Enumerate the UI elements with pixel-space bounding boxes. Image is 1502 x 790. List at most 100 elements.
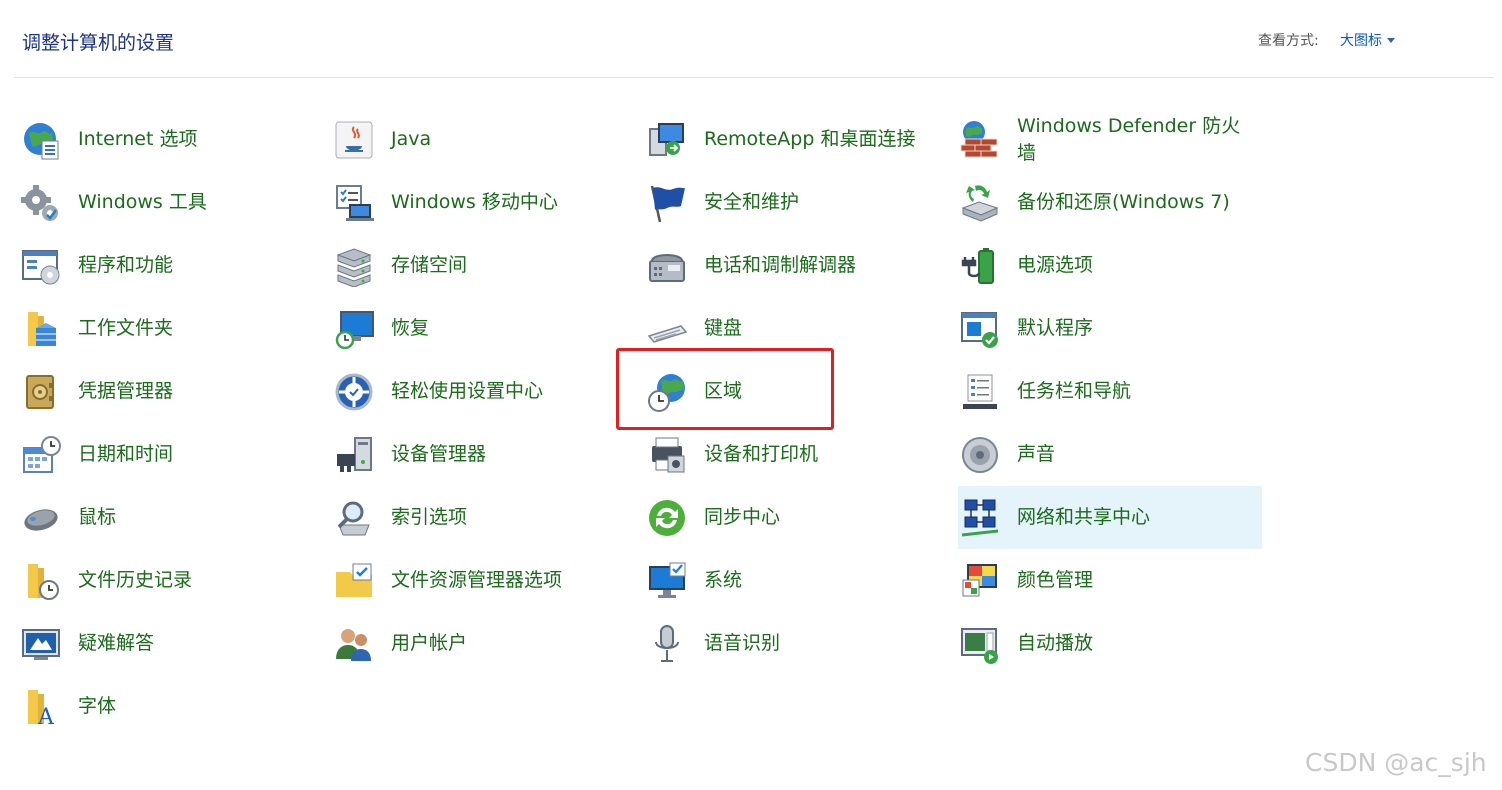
item-label: 安全和维护 xyxy=(704,191,800,213)
watermark: CSDN @ac_sjh xyxy=(1305,748,1487,777)
item-defender-firewall[interactable]: Windows Defender 防火墙 xyxy=(939,108,1262,171)
item-windows-tools[interactable]: Windows 工具 xyxy=(0,171,313,234)
troubleshoot-icon xyxy=(20,623,62,665)
item-label: 语音识别 xyxy=(704,632,781,654)
item-label: 电话和调制解调器 xyxy=(704,254,857,276)
item-label: 文件历史记录 xyxy=(78,569,193,591)
item-autoplay[interactable]: 自动播放 xyxy=(939,612,1262,675)
item-ease-of-access[interactable]: 轻松使用设置中心 xyxy=(313,360,626,423)
keyboard-icon xyxy=(646,308,688,350)
default-programs-icon xyxy=(959,308,1001,350)
item-label: 设备管理器 xyxy=(391,443,487,465)
item-color-management[interactable]: 颜色管理 xyxy=(939,549,1262,612)
item-label: 默认程序 xyxy=(1017,317,1094,339)
speaker-icon xyxy=(959,434,1001,476)
item-label: 索引选项 xyxy=(391,506,468,528)
system-monitor-icon xyxy=(646,560,688,602)
item-work-folders[interactable]: 工作文件夹 xyxy=(0,297,313,360)
item-backup-restore[interactable]: 备份和还原(Windows 7) xyxy=(939,171,1262,234)
item-label: 颜色管理 xyxy=(1017,569,1094,591)
sync-icon xyxy=(646,497,688,539)
item-default-programs[interactable]: 默认程序 xyxy=(939,297,1262,360)
taskbar-icon xyxy=(959,371,1001,413)
item-label: 文件资源管理器选项 xyxy=(391,569,563,591)
item-speech-recognition[interactable]: 语音识别 xyxy=(626,612,939,675)
autoplay-icon xyxy=(959,623,1001,665)
backup-icon xyxy=(959,182,1001,224)
item-troubleshooting[interactable]: 疑难解答 xyxy=(0,612,313,675)
indexing-icon xyxy=(333,497,375,539)
microphone-icon xyxy=(646,623,688,665)
item-label: 鼠标 xyxy=(78,506,117,528)
item-sync-center[interactable]: 同步中心 xyxy=(626,486,939,549)
storage-icon xyxy=(333,245,375,287)
item-user-accounts[interactable]: 用户帐户 xyxy=(313,612,626,675)
item-network-sharing[interactable]: 网络和共享中心 xyxy=(958,486,1262,549)
recovery-icon xyxy=(333,308,375,350)
remote-desktop-icon xyxy=(646,119,688,161)
item-remoteapp[interactable]: RemoteApp 和桌面连接 xyxy=(626,108,939,171)
power-battery-icon xyxy=(959,245,1001,287)
item-power-options[interactable]: 电源选项 xyxy=(939,234,1262,297)
item-mouse[interactable]: 鼠标 xyxy=(0,486,313,549)
flag-icon xyxy=(646,182,688,224)
item-device-manager[interactable]: 设备管理器 xyxy=(313,423,626,486)
item-phone-modem[interactable]: 电话和调制解调器 xyxy=(626,234,939,297)
work-folder-icon xyxy=(20,308,62,350)
item-internet-options[interactable]: Internet 选项 xyxy=(0,108,313,171)
phone-icon xyxy=(646,245,688,287)
item-label: 电源选项 xyxy=(1017,254,1094,276)
globe-icon xyxy=(20,119,62,161)
item-label: 轻松使用设置中心 xyxy=(391,380,544,402)
item-recovery[interactable]: 恢复 xyxy=(313,297,626,360)
firewall-icon xyxy=(959,119,1001,161)
calendar-clock-icon xyxy=(20,434,62,476)
item-label: 恢复 xyxy=(391,317,430,339)
mouse-icon xyxy=(20,497,62,539)
item-label: 任务栏和导航 xyxy=(1017,380,1132,402)
item-label: Internet 选项 xyxy=(78,128,198,150)
font-folder-icon: A xyxy=(20,686,62,728)
item-label: 网络和共享中心 xyxy=(1017,506,1151,528)
annotation-highlight-box xyxy=(616,348,834,430)
mobility-center-icon xyxy=(333,182,375,224)
gears-icon xyxy=(20,182,62,224)
item-sound[interactable]: 声音 xyxy=(939,423,1262,486)
ease-of-access-icon xyxy=(333,371,375,413)
item-indexing-options[interactable]: 索引选项 xyxy=(313,486,626,549)
java-icon xyxy=(333,119,375,161)
item-file-history[interactable]: 文件历史记录 xyxy=(0,549,313,612)
folder-history-icon xyxy=(20,560,62,602)
item-label: 字体 xyxy=(78,695,117,717)
item-credential-manager[interactable]: 凭据管理器 xyxy=(0,360,313,423)
item-label: Windows 工具 xyxy=(78,191,207,213)
item-explorer-options[interactable]: 文件资源管理器选项 xyxy=(313,549,626,612)
item-java[interactable]: Java xyxy=(313,108,626,171)
item-label: 存储空间 xyxy=(391,254,468,276)
users-icon xyxy=(333,623,375,665)
item-label: 疑难解答 xyxy=(78,632,155,654)
item-label: 凭据管理器 xyxy=(78,380,174,402)
control-panel-grid: Internet 选项 Windows 工具 程序和功能 工作文件夹 凭据管理器… xyxy=(0,0,1502,790)
item-programs-features[interactable]: 程序和功能 xyxy=(0,234,313,297)
item-date-time[interactable]: 日期和时间 xyxy=(0,423,313,486)
item-label: Windows Defender 防火墙 xyxy=(1017,114,1241,164)
item-label: 同步中心 xyxy=(704,506,781,528)
item-label: 声音 xyxy=(1017,443,1056,465)
item-label: 设备和打印机 xyxy=(704,443,819,465)
item-label: RemoteApp 和桌面连接 xyxy=(704,128,916,150)
folder-options-icon xyxy=(333,560,375,602)
item-security-maintenance[interactable]: 安全和维护 xyxy=(626,171,939,234)
item-mobility-center[interactable]: Windows 移动中心 xyxy=(313,171,626,234)
item-label: 自动播放 xyxy=(1017,632,1094,654)
item-label: 用户帐户 xyxy=(391,632,468,654)
item-devices-printers[interactable]: 设备和打印机 xyxy=(626,423,939,486)
item-system[interactable]: 系统 xyxy=(626,549,939,612)
printer-icon xyxy=(646,434,688,476)
item-label: Java xyxy=(391,128,432,150)
vault-icon xyxy=(20,371,62,413)
item-taskbar-navigation[interactable]: 任务栏和导航 xyxy=(939,360,1262,423)
item-fonts[interactable]: A 字体 xyxy=(0,675,313,738)
device-manager-icon xyxy=(333,434,375,476)
item-storage-spaces[interactable]: 存储空间 xyxy=(313,234,626,297)
